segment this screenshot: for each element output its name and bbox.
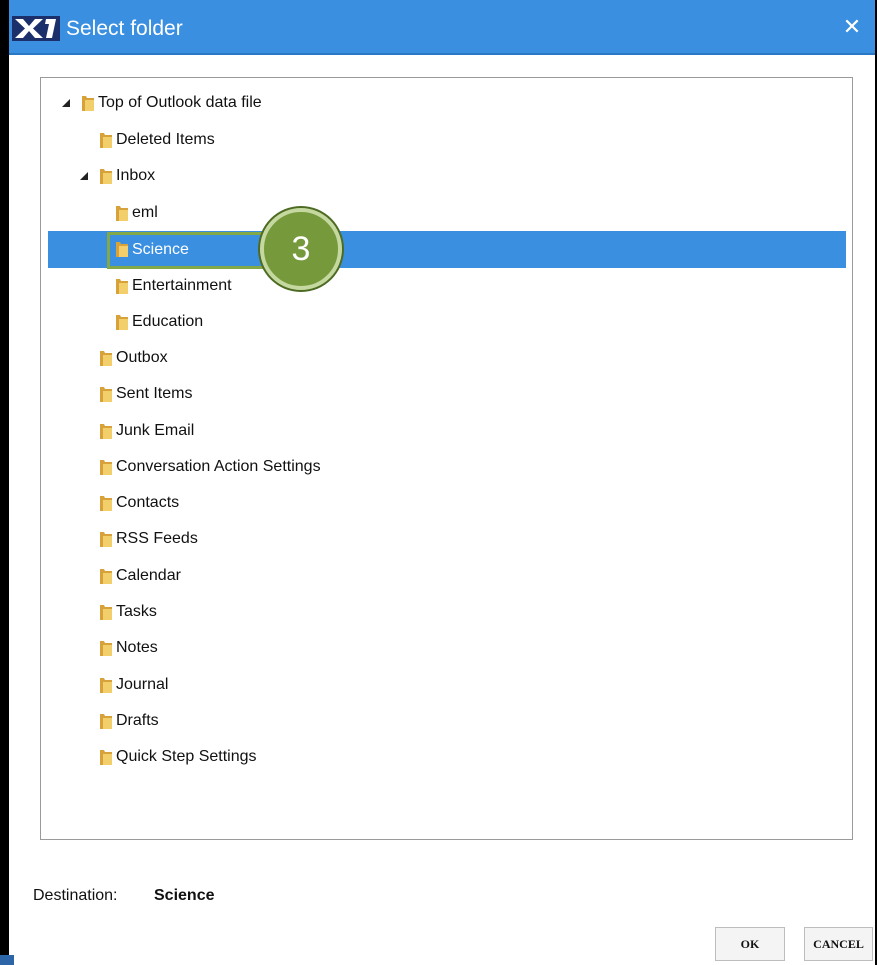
tree-item-drafts[interactable]: Drafts xyxy=(48,704,846,738)
title-bar: Select folder ✕ xyxy=(9,0,875,55)
select-folder-dialog: Select folder ✕ Top of Outlook data file… xyxy=(0,0,877,965)
tree-item-sent-items[interactable]: Sent Items xyxy=(48,377,846,411)
tree-item-label: Drafts xyxy=(116,712,159,729)
folder-tree[interactable]: Top of Outlook data file Deleted Items Inb… xyxy=(40,77,853,840)
folder-icon xyxy=(116,279,128,294)
folder-icon xyxy=(116,242,128,257)
tree-item-notes[interactable]: Notes xyxy=(48,631,846,665)
folder-icon xyxy=(100,714,112,729)
tree-item-label: Journal xyxy=(116,676,169,693)
folder-icon xyxy=(100,387,112,402)
tree-item-tasks[interactable]: Tasks xyxy=(48,595,846,629)
destination-label: Destination: xyxy=(33,887,118,904)
tree-item-label: Sent Items xyxy=(116,385,193,402)
destination-value: Science xyxy=(154,887,215,904)
folder-icon xyxy=(100,496,112,511)
close-icon[interactable]: ✕ xyxy=(837,12,867,42)
tree-item-inbox[interactable]: Inbox xyxy=(48,159,846,193)
folder-icon xyxy=(116,315,128,330)
tree-item-conversation-action-settings[interactable]: Conversation Action Settings xyxy=(48,450,846,484)
folder-icon xyxy=(100,351,112,366)
expanded-triangle-icon[interactable] xyxy=(61,98,71,108)
tree-item-calendar[interactable]: Calendar xyxy=(48,559,846,593)
folder-icon xyxy=(100,750,112,765)
tree-item-label: Junk Email xyxy=(116,422,195,439)
tree-item-label: Science xyxy=(132,241,189,258)
tree-item-label: eml xyxy=(132,204,158,221)
tree-item-label: Conversation Action Settings xyxy=(116,458,321,475)
tree-item-rss-feeds[interactable]: RSS Feeds xyxy=(48,522,846,556)
tree-item-label: Inbox xyxy=(116,167,156,184)
folder-icon xyxy=(100,678,112,693)
tree-item-label: Quick Step Settings xyxy=(116,748,257,765)
folder-icon xyxy=(116,206,128,221)
tree-item-entertainment[interactable]: Entertainment xyxy=(48,269,846,303)
cancel-button[interactable]: CANCEL xyxy=(804,927,873,961)
tree-item-label: Top of Outlook data file xyxy=(98,94,262,111)
tree-item-quick-step-settings[interactable]: Quick Step Settings xyxy=(48,740,846,774)
tree-item-eml[interactable]: eml xyxy=(48,196,846,230)
dialog-title: Select folder xyxy=(66,17,183,40)
tree-item-label: Notes xyxy=(116,639,158,656)
tree-item-journal[interactable]: Journal xyxy=(48,668,846,702)
tree-item-label: Tasks xyxy=(116,603,157,620)
folder-icon xyxy=(100,532,112,547)
ok-button[interactable]: OK xyxy=(715,927,785,961)
tree-item-label: Deleted Items xyxy=(116,131,215,148)
tree-item-junk-email[interactable]: Junk Email xyxy=(48,414,846,448)
tree-item-education[interactable]: Education xyxy=(48,305,846,339)
tree-item-contacts[interactable]: Contacts xyxy=(48,486,846,520)
folder-icon xyxy=(100,460,112,475)
tree-item-deleted-items[interactable]: Deleted Items xyxy=(48,123,846,157)
folder-icon xyxy=(100,133,112,148)
tree-item-label: Entertainment xyxy=(132,277,232,294)
tree-root-item[interactable]: Top of Outlook data file xyxy=(48,86,846,120)
x1-logo-icon xyxy=(12,16,60,41)
folder-icon xyxy=(100,569,112,584)
tree-item-label: RSS Feeds xyxy=(116,530,198,547)
folder-icon xyxy=(100,169,112,184)
tree-item-label: Contacts xyxy=(116,494,180,511)
tree-item-label: Calendar xyxy=(116,567,181,584)
folder-icon xyxy=(100,424,112,439)
folder-icon xyxy=(82,96,94,111)
tree-item-outbox[interactable]: Outbox xyxy=(48,341,846,375)
tree-item-label: Outbox xyxy=(116,349,168,366)
expanded-triangle-icon[interactable] xyxy=(79,171,89,181)
step-number-badge: 3 xyxy=(260,208,342,290)
tree-item-label: Education xyxy=(132,313,204,330)
folder-icon xyxy=(100,641,112,656)
window-corner-fragment xyxy=(0,955,14,965)
folder-icon xyxy=(100,605,112,620)
tree-item-science[interactable]: Science xyxy=(48,231,846,268)
